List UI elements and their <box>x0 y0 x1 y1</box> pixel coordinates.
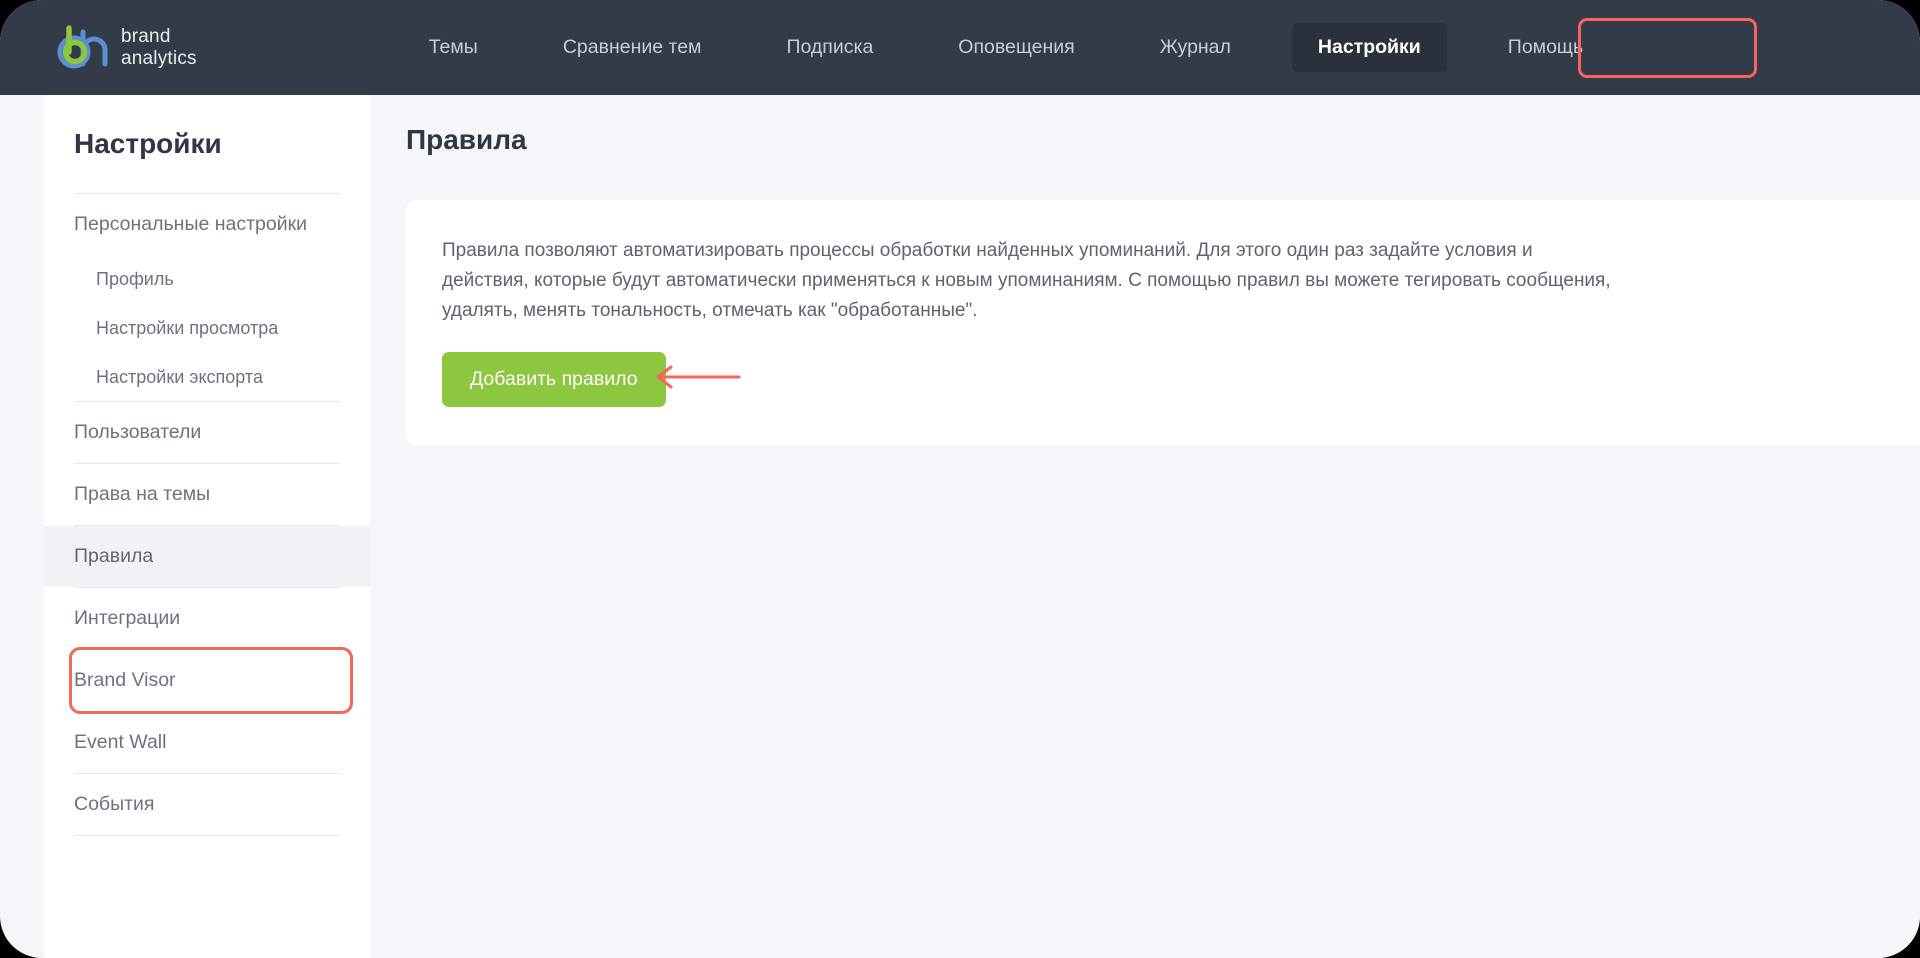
page-title: Правила <box>406 124 527 155</box>
sidebar-item-event-wall[interactable]: Event Wall <box>44 712 370 773</box>
nav-item-subscription[interactable]: Подписка <box>765 23 894 72</box>
top-nav-items: Темы Сравнение тем Подписка Оповещения Ж… <box>408 23 1604 72</box>
sidebar-item-users[interactable]: Пользователи <box>44 402 370 463</box>
brand-analytics-logo-icon <box>57 24 108 68</box>
nav-settings-annotation-box <box>1578 18 1757 78</box>
brand-name-line1: brand <box>121 25 171 47</box>
sidebar-item-list: Персональные настройки Профиль Настройки… <box>44 193 370 836</box>
settings-sidebar: Настройки Персональные настройки Профиль… <box>44 95 370 958</box>
sidebar-item-brand-visor[interactable]: Brand Visor <box>44 650 370 711</box>
sidebar-item-topic-rights[interactable]: Права на темы <box>44 464 370 525</box>
top-navigation-bar: brand analytics Темы Сравнение тем Подпи… <box>0 0 1920 95</box>
nav-item-help[interactable]: Помощь <box>1487 23 1604 72</box>
sidebar-divider <box>74 834 340 836</box>
sidebar-item-export-settings[interactable]: Настройки экспорта <box>44 353 370 402</box>
sidebar-title: Настройки <box>74 128 222 159</box>
brand-logo[interactable]: brand analytics <box>52 20 197 76</box>
sidebar-item-integrations[interactable]: Интеграции <box>44 588 370 649</box>
main-content: Правила Правила позволяют автоматизирова… <box>370 95 1920 958</box>
rules-description-text: Правила позволяют автоматизировать проце… <box>442 240 1611 322</box>
nav-item-themes[interactable]: Темы <box>408 23 499 72</box>
nav-item-journal[interactable]: Журнал <box>1139 23 1252 72</box>
brand-name-line2: analytics <box>121 47 197 69</box>
rules-info-card: Правила позволяют автоматизировать проце… <box>406 200 1920 445</box>
add-rule-button[interactable]: Добавить правило <box>442 352 666 407</box>
sidebar-item-rules[interactable]: Правила <box>44 526 370 588</box>
nav-item-theme-comparison[interactable]: Сравнение тем <box>542 23 723 72</box>
sidebar-item-events[interactable]: События <box>44 774 370 835</box>
nav-item-alerts[interactable]: Оповещения <box>937 23 1095 72</box>
sidebar-item-view-settings[interactable]: Настройки просмотра <box>44 304 370 353</box>
sidebar-item-personal-settings[interactable]: Персональные настройки <box>44 194 370 255</box>
application-window: brand analytics Темы Сравнение тем Подпи… <box>0 0 1920 958</box>
brand-wordmark: brand analytics <box>121 26 197 69</box>
sidebar-item-profile[interactable]: Профиль <box>44 255 370 304</box>
nav-item-settings[interactable]: Настройки <box>1291 23 1447 72</box>
